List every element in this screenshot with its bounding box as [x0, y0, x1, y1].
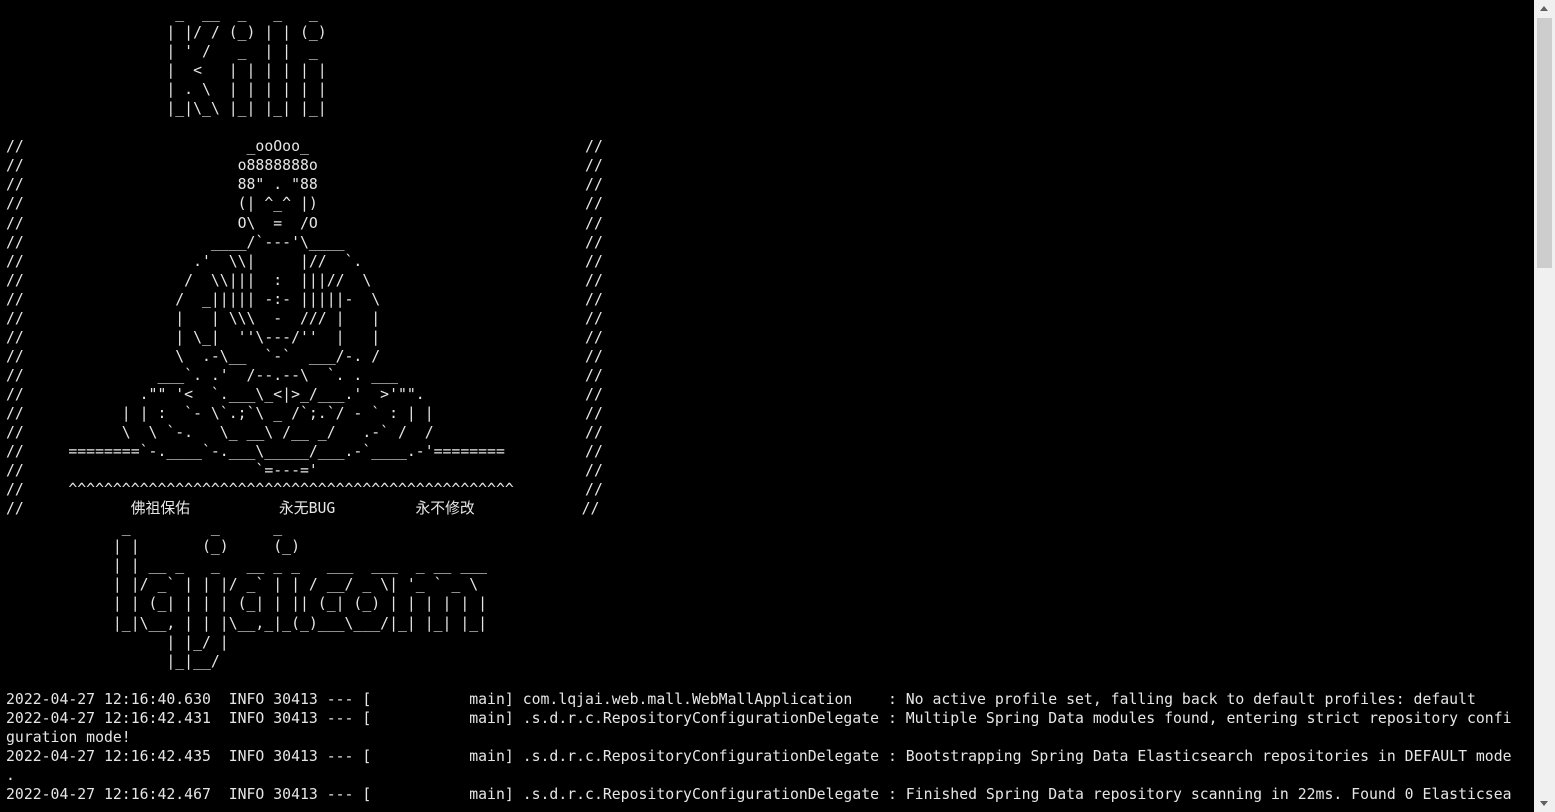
- terminal-line: | | (_| | | | (_| | || (_| (_) | | | | |…: [6, 595, 488, 613]
- terminal-line: |_|__/: [6, 652, 220, 670]
- terminal-line: // | \_| ''\---/'' | | //: [6, 328, 603, 346]
- vertical-scrollbar[interactable]: [1534, 0, 1555, 812]
- terminal-line: | | (_) (_): [6, 538, 300, 556]
- terminal-line: // / _||||| -:- |||||- \ //: [6, 290, 603, 308]
- terminal-window[interactable]: _ __ _ _ _ | |/ / (_) | | (_) | ' / _ | …: [0, 0, 1534, 812]
- terminal-line: | ' / _ | | _: [6, 43, 318, 61]
- terminal-line: | | __ _ _ __ _ _ ___ ___ _ __ ___: [6, 557, 488, 575]
- terminal-line: // 佛祖保佑 永无BUG 永不修改 //: [6, 500, 600, 518]
- terminal-line: // .' \\| |// `. //: [6, 252, 603, 270]
- terminal-line: _ _ _: [6, 519, 283, 537]
- terminal-line: .: [6, 766, 15, 784]
- terminal-line: // O\ = /O //: [6, 214, 603, 232]
- terminal-line: | |/ _` | | |/ _` | | / __/ _ \| '_ ` _ …: [6, 576, 479, 594]
- terminal-line: _ __ _ _ _: [6, 5, 318, 22]
- terminal-line: | < | | | | | |: [6, 62, 327, 80]
- terminal-line: // / \\||| : |||// \ //: [6, 271, 603, 289]
- terminal-line: 2022-04-27 12:16:42.431 INFO 30413 --- […: [6, 709, 1512, 727]
- terminal-line: |_|\_\ |_| |_| |_|: [6, 100, 327, 118]
- terminal-line: // (| ^_^ |) //: [6, 195, 603, 213]
- terminal-output: _ __ _ _ _ | |/ / (_) | | (_) | ' / _ | …: [6, 4, 1512, 804]
- terminal-line: | |_/ |: [6, 633, 229, 651]
- terminal-line: // `=---=' //: [6, 462, 603, 480]
- arrow-down-icon: [1540, 801, 1548, 806]
- terminal-line: 2022-04-27 12:16:42.467 INFO 30413 --- […: [6, 785, 1512, 803]
- terminal-line: // | | \\\ - /// | | //: [6, 309, 603, 327]
- terminal-line: // o8888888o //: [6, 157, 603, 175]
- terminal-line: | |/ / (_) | | (_): [6, 24, 327, 42]
- terminal-line: // ."" '< `.___\_<|>_/___.' >'"". //: [6, 385, 603, 403]
- arrow-up-icon: [1540, 6, 1548, 11]
- terminal-line: // ========`-.____`-.___\_____/___.-`___…: [6, 443, 603, 461]
- terminal-line: // ____/`---'\____ //: [6, 233, 603, 251]
- terminal-line: // ^^^^^^^^^^^^^^^^^^^^^^^^^^^^^^^^^^^^^…: [6, 481, 603, 499]
- terminal-line: 2022-04-27 12:16:40.630 INFO 30413 --- […: [6, 690, 1476, 708]
- scroll-up-button[interactable]: [1534, 0, 1555, 17]
- scroll-thumb[interactable]: [1537, 18, 1552, 268]
- terminal-line: // \ .-\__ `-` ___/-. / //: [6, 347, 603, 365]
- terminal-line: // 88" . "88 //: [6, 176, 603, 194]
- terminal-line: // ___`. .' /--.--\ `. . ___ //: [6, 366, 603, 384]
- terminal-line: // \ \ `-. \_ __\ /__ _/ .-` / / //: [6, 424, 603, 442]
- terminal-line: 2022-04-27 12:16:42.435 INFO 30413 --- […: [6, 747, 1512, 765]
- scroll-down-button[interactable]: [1534, 795, 1555, 812]
- terminal-line: // | | : `- \`.;`\ _ /`;.`/ - ` : | | //: [6, 404, 603, 422]
- terminal-line: |_|\__, | | |\__,_|_(_)___\___/|_| |_| |…: [6, 614, 488, 632]
- terminal-line: // _ooOoo_ //: [6, 138, 603, 156]
- terminal-line: | . \ | | | | | |: [6, 81, 327, 99]
- terminal-line: guration mode!: [6, 728, 131, 746]
